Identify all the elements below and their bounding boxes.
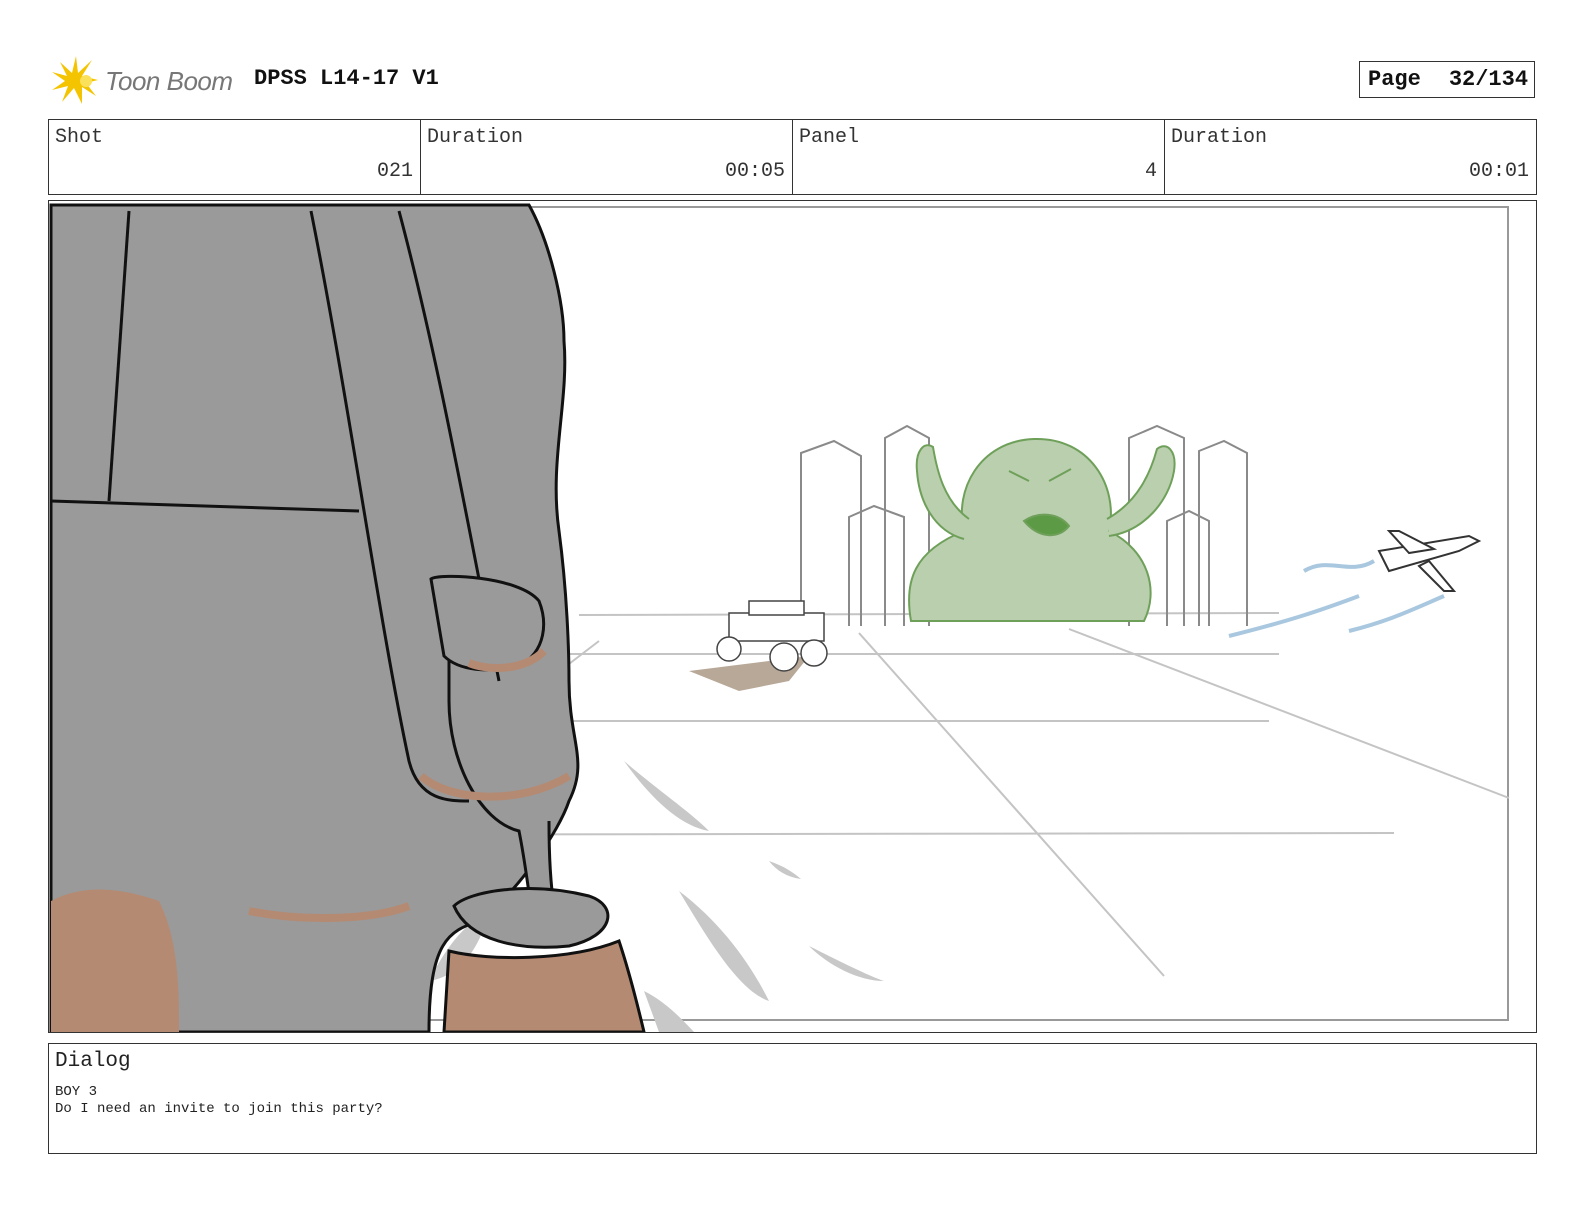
foreground-character [49,203,646,1032]
jet-trail [1228,559,1445,638]
shot-label: Shot [55,126,104,149]
dialog-label: Dialog [55,1050,131,1073]
panel-duration-value: 00:01 [1468,160,1529,183]
shot-cell: Shot 021 [49,120,421,194]
shot-duration-value: 00:05 [724,160,785,183]
shot-value: 021 [376,160,413,183]
page-indicator: Page 32/134 [1359,61,1535,98]
panel-drawing [49,203,1510,1032]
toon-boom-logo: Toon Boom [52,56,242,106]
dialog-line: Do I need an invite to join this party? [55,1101,383,1117]
dialog-speaker: BOY 3 [55,1084,98,1100]
panel-duration-label: Duration [1171,126,1268,149]
page-number: 32/134 [1448,67,1529,92]
green-monster [908,437,1176,622]
storyboard-panel [48,200,1537,1033]
panel-value: 4 [1144,160,1157,183]
page-label: Page [1368,67,1421,92]
shot-duration-label: Duration [427,126,524,149]
shot-info-row: Shot 021 Duration 00:05 Panel 4 Duration… [48,119,1537,195]
project-title: DPSS L14-17 V1 [254,66,439,91]
logo-text: Toon Boom [105,66,233,96]
panel-cell: Panel 4 [793,120,1165,194]
starburst-logo-icon [52,56,98,104]
fighter-jet [1377,530,1482,592]
panel-duration-cell: Duration 00:01 [1165,120,1536,194]
panel-label: Panel [799,126,860,149]
dialog-box: Dialog BOY 3 Do I need an invite to join… [48,1043,1537,1154]
shot-duration-cell: Duration 00:05 [421,120,793,194]
